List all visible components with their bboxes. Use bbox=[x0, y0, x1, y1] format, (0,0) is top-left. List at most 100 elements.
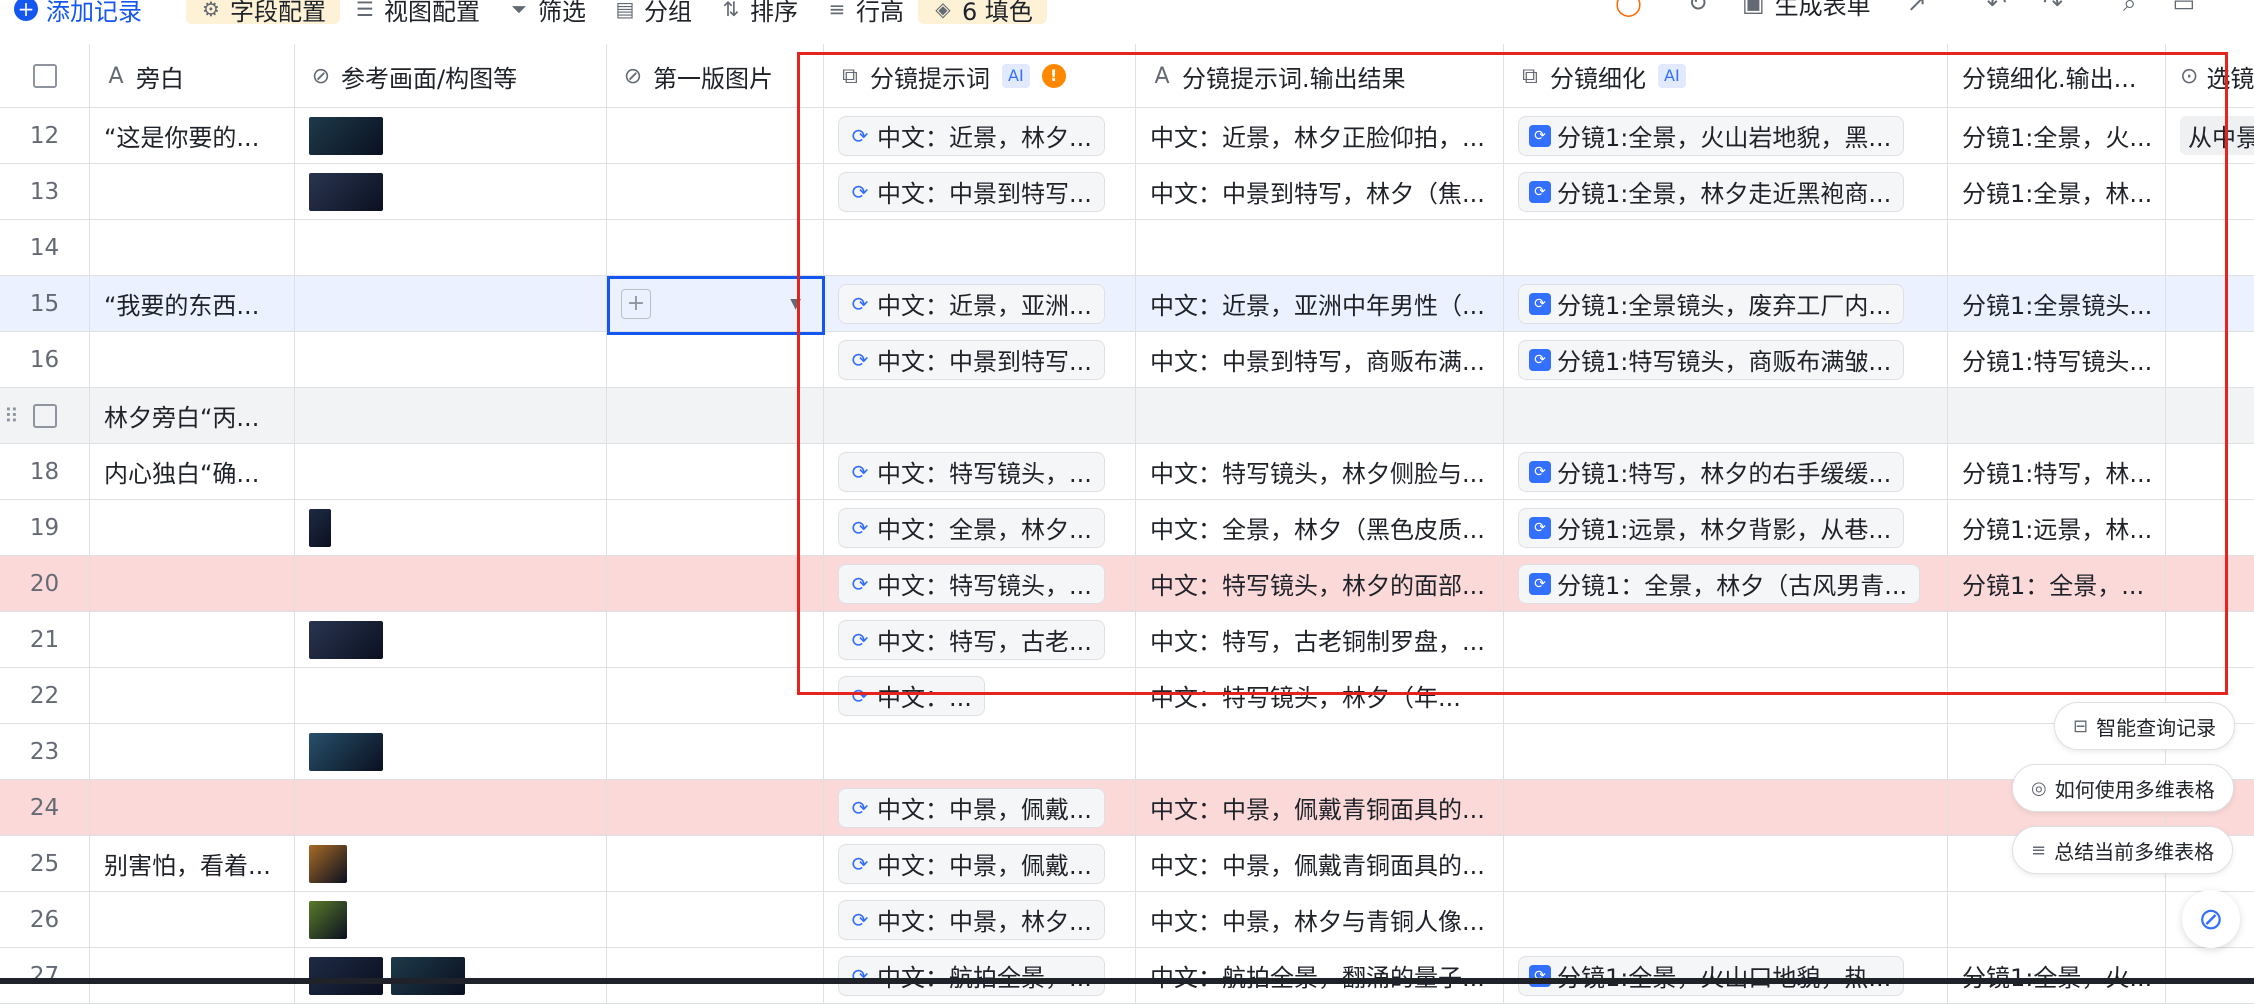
cell-first-image[interactable] bbox=[607, 612, 824, 667]
cell-select[interactable] bbox=[2166, 556, 2254, 611]
cell-narration[interactable] bbox=[90, 724, 295, 779]
cell-refine[interactable]: ⟳ 分镜1:特写镜头，商贩布满皱... bbox=[1504, 332, 1948, 387]
cell-prompt[interactable] bbox=[824, 724, 1136, 779]
cell-first-image[interactable] bbox=[607, 724, 824, 779]
select-all-checkbox[interactable] bbox=[0, 44, 90, 108]
col-header-reference[interactable]: ⊘ 参考画面/构图等 bbox=[295, 44, 607, 108]
col-header-narration[interactable]: A 旁白 bbox=[90, 44, 295, 108]
cell-narration[interactable] bbox=[90, 332, 295, 387]
comment-icon[interactable]: ▭ bbox=[2172, 0, 2195, 17]
cell-refine-output[interactable]: 分镜1:特写，林... bbox=[1948, 444, 2166, 499]
cell-narration[interactable]: 内心独白“确... bbox=[90, 444, 295, 499]
cell-narration[interactable] bbox=[90, 500, 295, 555]
cell-select[interactable] bbox=[2166, 276, 2254, 331]
cell-prompt[interactable] bbox=[824, 220, 1136, 275]
row-number[interactable]: 15 bbox=[0, 276, 90, 331]
cell-refine-output[interactable]: 分镜1:全景，火... bbox=[1948, 108, 2166, 163]
drag-handle-icon[interactable]: ⠿ bbox=[4, 404, 19, 428]
cell-reference-images[interactable] bbox=[295, 948, 607, 1003]
row-number[interactable]: 16 bbox=[0, 332, 90, 387]
row-number[interactable]: 12 bbox=[0, 108, 90, 163]
cell-prompt-output[interactable]: 中文：中景，佩戴青铜面具的... bbox=[1136, 836, 1504, 891]
table-row[interactable]: 15 “我要的东西... + ▼ ⟳ 中文：近景，亚洲... 中文：近景，亚洲中年男性（..… bbox=[0, 276, 2254, 332]
cell-refine[interactable]: ⟳ 分镜1:远景，林夕背影，从巷... bbox=[1504, 500, 1948, 555]
fill-color-button[interactable]: ◈ 6 填色 bbox=[918, 0, 1047, 26]
ai-assistant-icon[interactable]: ◯ bbox=[1615, 0, 1642, 17]
table-row[interactable]: 23 bbox=[0, 724, 2254, 780]
cell-prompt[interactable]: ⟳ 中文：特写镜头，... bbox=[824, 556, 1136, 611]
cell-narration[interactable] bbox=[90, 220, 295, 275]
cell-refine[interactable]: ⟳ 分镜1：全景，林夕（古风男青... bbox=[1504, 556, 1948, 611]
cell-refine-output[interactable]: 分镜1:特写镜头... bbox=[1948, 332, 2166, 387]
undo-icon[interactable]: ↶ bbox=[1987, 0, 2007, 17]
cell-prompt[interactable]: ⟳ 中文：中景，佩戴... bbox=[824, 836, 1136, 891]
prompt-chip[interactable]: ⟳ 中文：全景，林夕... bbox=[838, 507, 1105, 548]
cell-reference-images[interactable] bbox=[295, 724, 607, 779]
cell-select[interactable]: 从中景 bbox=[2166, 108, 2254, 163]
refine-chip[interactable]: ⟳ 分镜1:全景，林夕走近黑袍商... bbox=[1518, 171, 1905, 212]
prompt-chip[interactable]: ⟳ 中文：特写镜头，... bbox=[838, 563, 1105, 604]
table-row[interactable]: 22 ⟳ 中文：... 中文：特写镜头，林夕（年... bbox=[0, 668, 2254, 724]
image-thumbnail[interactable] bbox=[309, 956, 383, 995]
ai-assistant-button[interactable]: ⊘ bbox=[2182, 890, 2240, 948]
cell-reference-images[interactable] bbox=[295, 668, 607, 723]
cell-prompt-output[interactable]: 中文：近景，亚洲中年男性（... bbox=[1136, 276, 1504, 331]
cell-first-image[interactable] bbox=[607, 948, 824, 1003]
cell-reference-images[interactable] bbox=[295, 780, 607, 835]
image-thumbnail[interactable] bbox=[309, 508, 331, 547]
cell-refine-output[interactable]: 分镜1：全景，... bbox=[1948, 556, 2166, 611]
cell-reference-images[interactable] bbox=[295, 164, 607, 219]
field-config-button[interactable]: ⚙ 字段配置 bbox=[186, 0, 340, 26]
row-number[interactable]: 26 bbox=[0, 892, 90, 947]
col-header-select[interactable]: ⊙ 选镜 bbox=[2166, 44, 2254, 108]
cell-reference-images[interactable] bbox=[295, 388, 607, 443]
cell-first-image[interactable] bbox=[607, 388, 824, 443]
cell-refine[interactable]: ⟳ 分镜1:全景镜头，废弃工厂内... bbox=[1504, 276, 1948, 331]
refine-chip[interactable]: ⟳ 分镜1:特写镜头，商贩布满皱... bbox=[1518, 339, 1905, 380]
cell-refine[interactable] bbox=[1504, 892, 1948, 947]
cell-select[interactable] bbox=[2166, 164, 2254, 219]
cell-prompt-output[interactable]: 中文：中景到特写，林夕（焦... bbox=[1136, 164, 1504, 219]
cell-narration[interactable] bbox=[90, 556, 295, 611]
image-thumbnail[interactable] bbox=[309, 116, 383, 155]
view-config-button[interactable]: ☰ 视图配置 bbox=[340, 0, 494, 26]
col-header-first-image[interactable]: ⊘ 第一版图片 bbox=[607, 44, 824, 108]
cell-refine-output[interactable] bbox=[1948, 388, 2166, 443]
row-number[interactable]: 20 bbox=[0, 556, 90, 611]
cell-refine[interactable]: ⟳分镜1:全景，火山口地貌，热... bbox=[1504, 948, 1948, 1003]
smart-query-button[interactable]: ⊟ 智能查询记录 bbox=[2054, 702, 2236, 750]
image-thumbnail[interactable] bbox=[309, 732, 383, 771]
cell-narration[interactable] bbox=[90, 892, 295, 947]
table-row[interactable]: 20 ⟳ 中文：特写镜头，... 中文：特写镜头，林夕的面部... ⟳ 分镜1：全景，林夕… bbox=[0, 556, 2254, 612]
row-number[interactable]: 23 bbox=[0, 724, 90, 779]
cell-first-image[interactable] bbox=[607, 892, 824, 947]
cell-select[interactable] bbox=[2166, 444, 2254, 499]
cell-reference-images[interactable] bbox=[295, 612, 607, 667]
prompt-chip[interactable]: ⟳ 中文：中景到特写... bbox=[838, 339, 1105, 380]
cell-refine[interactable] bbox=[1504, 780, 1948, 835]
cell-first-image[interactable] bbox=[607, 500, 824, 555]
cell-prompt-output[interactable]: 中文：特写镜头，林夕的面部... bbox=[1136, 556, 1504, 611]
cell-refine[interactable]: ⟳ 分镜1:全景，林夕走近黑袍商... bbox=[1504, 164, 1948, 219]
summarize-button[interactable]: ≡ 总结当前多维表格 bbox=[2012, 826, 2234, 874]
cell-refine-output[interactable]: 分镜1:全景，火... bbox=[1948, 948, 2166, 1003]
row-height-button[interactable]: ≡ 行高 bbox=[812, 0, 918, 26]
prompt-chip[interactable]: ⟳ 中文：特写，古老... bbox=[838, 619, 1105, 660]
row-checkbox[interactable] bbox=[32, 403, 57, 428]
table-row[interactable]: 13 ⟳ 中文：中景到特写... 中文：中景到特写，林夕（焦... ⟳ 分镜1:全景，林夕… bbox=[0, 164, 2254, 220]
col-header-prompt[interactable]: ⧉ 分镜提示词 AI! bbox=[824, 44, 1136, 108]
add-record-button[interactable]: + 添加记录 bbox=[0, 0, 156, 26]
cell-prompt-output[interactable]: 中文：中景，林夕与青铜人像... bbox=[1136, 892, 1504, 947]
cell-prompt[interactable]: ⟳ 中文：... bbox=[824, 668, 1136, 723]
cell-refine-output[interactable]: 分镜1:全景，林... bbox=[1948, 164, 2166, 219]
cell-prompt-output[interactable]: 中文：全景，林夕（黑色皮质... bbox=[1136, 500, 1504, 555]
cell-narration[interactable]: 别害怕，看着... bbox=[90, 836, 295, 891]
cell-prompt-output[interactable]: 中文：特写，古老铜制罗盘，... bbox=[1136, 612, 1504, 667]
search-icon[interactable]: ⌕ bbox=[2123, 0, 2136, 17]
generate-form-button[interactable]: ▣ 生成表单 bbox=[1742, 0, 1871, 21]
table-row[interactable]: 14 bbox=[0, 220, 2254, 276]
cell-refine[interactable] bbox=[1504, 724, 1948, 779]
cell-prompt-output[interactable]: 中文：航拍全景，翻涌的量子... bbox=[1136, 948, 1504, 1003]
col-header-refine-output[interactable]: 分镜细化.输出... bbox=[1948, 44, 2166, 108]
cell-narration[interactable]: 林夕旁白“丙... bbox=[90, 388, 295, 443]
